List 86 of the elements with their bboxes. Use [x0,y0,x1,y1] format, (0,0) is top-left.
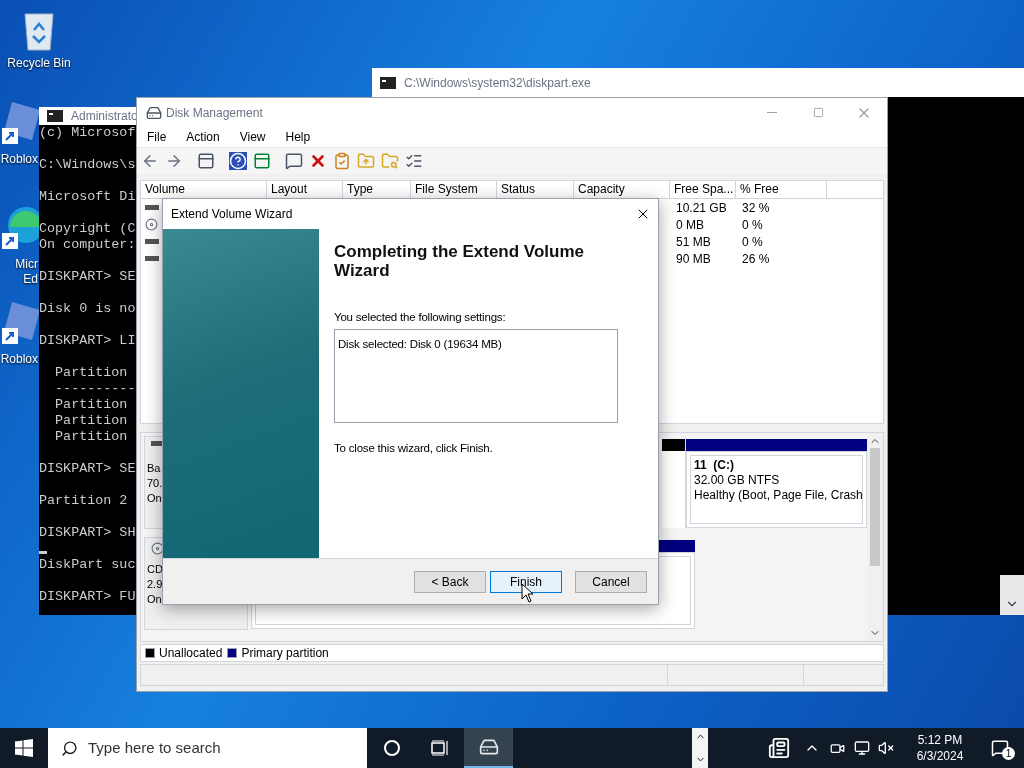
table-cell: 26 % [742,251,770,266]
dialog-button[interactable]: Finish [490,570,562,593]
menu-item[interactable]: Help [279,128,317,146]
checklist-icon[interactable] [333,152,351,170]
console-line: DISKPART> SE [39,269,136,285]
disk-label: On [147,592,162,607]
back-icon[interactable] [141,152,159,170]
settings-text: Disk selected: Disk 0 (19634 MB) [338,338,502,351]
legend-label: Unallocated [159,645,223,662]
table-cell: 0 % [742,234,763,249]
search-input[interactable]: Type here to search [88,736,308,760]
window-title: C:\Windows\system32\diskpart.exe [404,74,591,92]
notifications-icon[interactable] [991,739,1009,757]
scrollbar[interactable] [867,433,883,641]
maximize-icon [812,107,824,118]
console-line: C:\Windows\s [39,157,136,173]
console-line: Disk 0 is no [39,301,136,317]
console-line: DISKPART> SE [39,461,136,477]
console-icon [380,76,396,89]
search-icon [61,739,78,757]
dialog-title: Extend Volume Wizard [171,206,293,223]
console-line: Partition [54,365,128,381]
console-line: ---------- [54,381,136,397]
icon-label: Ed [23,272,38,287]
muted-speaker-icon[interactable] [878,740,894,756]
table-cell: 0 % [742,217,763,232]
menu-item[interactable]: Action [180,128,226,146]
disk-management-icon [146,104,162,121]
settings-label: You selected the following settings: [334,310,507,325]
table-cell: 90 MB [676,251,711,266]
taskbar-app[interactable] [464,728,513,768]
console-line: DISKPART> SH [39,525,136,541]
table-cell: 10.21 GB [676,200,727,215]
window-title: Disk Management [166,104,263,122]
cortana-icon [384,740,400,756]
disk-label: 2.9 [147,577,163,592]
table-cell: 0 MB [676,217,704,232]
minimize-icon [767,112,777,113]
console-line: Partition 2 [39,493,128,509]
console-line: DISKPART> FU [39,589,136,605]
clock[interactable]: 5:12 PM 6/3/2024 [912,732,968,764]
closing-text: To close this wizard, click Finish. [334,441,494,457]
unallocated-partition[interactable] [662,439,686,528]
icon-label: Roblox [0,352,38,367]
table-cell: 32 % [742,200,770,215]
console-line: DiskPart suc [39,557,136,573]
task-view-icon [431,740,449,756]
icon-label: Recycle Bin [7,56,71,71]
icon-label: Micr [15,257,38,272]
partition-name: 11 (C:) [694,458,735,473]
network-icon[interactable] [854,740,870,756]
delete-icon[interactable] [309,152,327,170]
search-field[interactable]: Type here to search [48,728,367,768]
console-line: Partition [54,429,128,445]
console-icon [47,110,63,122]
disk-label: On [147,491,162,506]
windows-logo-icon [15,739,33,757]
dialog-button[interactable]: Cancel [575,570,647,593]
dialog-button[interactable]: < Back [414,570,486,593]
column-header[interactable]: % Free [736,181,827,198]
legend-label: Primary partition [241,645,329,662]
wizard-heading: Completing the Extend Volume Wizard [334,242,585,280]
console-line: Partition [54,397,128,413]
window-title: Administrato [71,108,138,125]
list-icon[interactable] [405,152,423,170]
console-line: DISKPART> LI [39,333,136,349]
console-line: (c) Microsof [39,125,136,141]
disk-label: 70. [147,476,163,491]
disk-label: Ba [147,461,161,476]
console-line: Copyright (C [39,221,136,237]
help-icon[interactable] [229,152,247,170]
disk-label: CD [147,562,163,577]
column-header[interactable]: Free Spa... [670,181,736,198]
menu-item[interactable]: File [141,128,173,146]
disk-management-icon [478,737,499,757]
console-line: Partition [54,413,128,429]
notification-badge: 1 [1002,747,1015,760]
menu-item[interactable]: View [233,128,272,146]
forward-icon[interactable] [165,152,183,170]
icon-label: Roblox [0,152,38,167]
news-icon[interactable] [768,737,790,759]
console-line: On computer: [39,237,136,253]
partition-size: 32.00 GB NTFS [694,473,781,488]
table-cell: 51 MB [676,234,711,249]
cd-drive-icon [145,218,158,231]
console-line: Microsoft Di [39,189,136,205]
